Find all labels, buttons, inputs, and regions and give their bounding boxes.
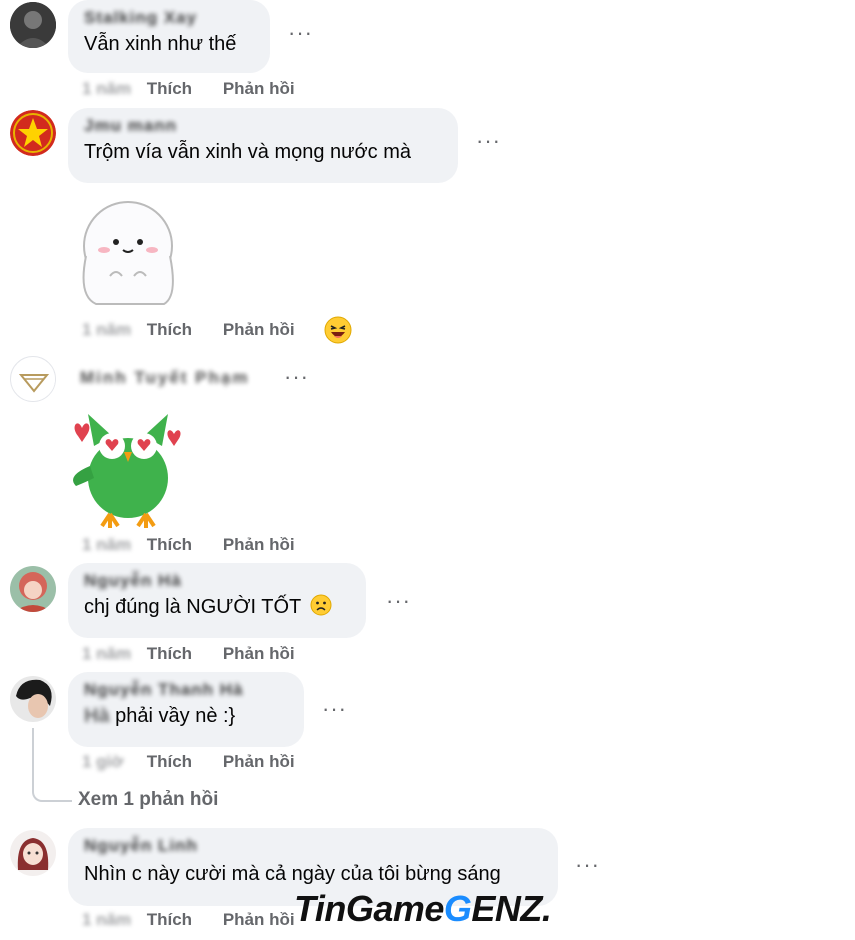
- reply-button[interactable]: Phản hồi: [223, 910, 295, 929]
- commenter-avatar[interactable]: [10, 676, 56, 722]
- more-options-button[interactable]: ···: [476, 128, 501, 154]
- like-button[interactable]: Thích: [147, 535, 192, 554]
- reply-button[interactable]: Phản hồi: [223, 79, 295, 98]
- logo-badge-icon: [12, 358, 55, 401]
- commenter-avatar[interactable]: [10, 110, 56, 156]
- comment-text: Hà phải vầy nè :}: [84, 702, 288, 730]
- comment-text: Vẫn xinh như thế: [84, 33, 237, 55]
- like-button[interactable]: Thích: [147, 752, 192, 771]
- comment-bubble: Stalking Xay Vẫn xinh như thế: [68, 0, 270, 73]
- reply-button[interactable]: Phản hồi: [223, 535, 295, 554]
- comment-actions: 1 giờ Thích Phản hồi: [82, 752, 321, 772]
- laughing-face-icon: [324, 316, 352, 344]
- commenter-name[interactable]: Nguyễn Linh: [84, 836, 542, 854]
- comment-actions: 1 năm Thích Phản hồi: [82, 79, 321, 99]
- star-emblem-icon: [10, 110, 56, 156]
- watermark-dot: .: [541, 888, 552, 929]
- comment-timestamp[interactable]: 1 năm: [82, 910, 142, 930]
- commenter-avatar[interactable]: [10, 2, 56, 48]
- like-button[interactable]: Thích: [147, 320, 192, 339]
- more-options-button[interactable]: ···: [288, 20, 313, 46]
- green-owl-sticker-icon: [73, 414, 181, 528]
- comment-timestamp[interactable]: 1 năm: [82, 320, 142, 340]
- comment-actions: 1 năm Thích Phản hồi: [82, 644, 321, 664]
- sad-face-emoji-icon: [310, 594, 332, 616]
- avatar-photo-icon: [10, 2, 56, 48]
- reply-button[interactable]: Phản hồi: [223, 320, 295, 339]
- comment-bubble: Nguyễn Hà chj đúng là NGƯỜI TỐT: [68, 563, 366, 638]
- commenter-avatar[interactable]: [10, 830, 56, 876]
- watermark-accent: G: [443, 888, 472, 929]
- comment-text: chj đúng là NGƯỜI TỐT: [84, 593, 350, 621]
- sticker-image: [66, 406, 190, 530]
- site-watermark: TinGameGENZ.: [294, 888, 552, 930]
- reply-button[interactable]: Phản hồi: [223, 752, 295, 771]
- commenter-name[interactable]: Nguyễn Hà: [84, 571, 350, 589]
- commenter-name[interactable]: Minh Tuyết Phạm: [80, 368, 249, 388]
- commenter-avatar[interactable]: [10, 356, 56, 402]
- commenter-name[interactable]: Stalking Xay: [84, 8, 254, 26]
- comment-actions: 1 năm Thích Phản hồi: [82, 320, 321, 340]
- comment-timestamp[interactable]: 1 năm: [82, 79, 142, 99]
- comment-text-content: chj đúng là NGƯỜI TỐT: [84, 596, 301, 618]
- watermark-part-1: TinGame: [294, 888, 444, 929]
- anime-girl-avatar-icon: [10, 830, 56, 876]
- comment-text-content: phải vầy nè :}: [115, 705, 236, 727]
- sticker-image: [76, 196, 180, 308]
- mentioned-user-tag[interactable]: Hà: [84, 705, 110, 727]
- comment-actions: 1 năm Thích Phản hồi: [82, 910, 321, 930]
- comment-text: Nhìn c này cười mà cả ngày của tôi bừng …: [84, 863, 501, 885]
- more-options-button[interactable]: ···: [386, 588, 411, 614]
- more-options-button[interactable]: ···: [575, 852, 600, 878]
- more-options-button[interactable]: ···: [284, 364, 309, 390]
- comment-actions: 1 năm Thích Phản hồi: [82, 535, 321, 555]
- watermark-part-3: ENZ: [471, 888, 542, 929]
- anime-character-avatar-icon: [10, 566, 56, 612]
- like-button[interactable]: Thích: [147, 910, 192, 929]
- more-options-button[interactable]: ···: [322, 696, 347, 722]
- user-photo-avatar-icon: [10, 676, 56, 722]
- reply-button[interactable]: Phản hồi: [223, 644, 295, 663]
- comment-bubble: Nguyễn Thanh Hà Hà phải vầy nè :}: [68, 672, 304, 747]
- commenter-name[interactable]: Jmu mann: [84, 116, 442, 134]
- comment-timestamp[interactable]: 1 giờ: [82, 752, 142, 772]
- commenter-avatar[interactable]: [10, 566, 56, 612]
- comment-timestamp[interactable]: 1 năm: [82, 535, 142, 555]
- commenter-name[interactable]: Nguyễn Thanh Hà: [84, 680, 288, 698]
- comment-timestamp[interactable]: 1 năm: [82, 644, 142, 664]
- reply-thread-line: [32, 728, 72, 802]
- comment-bubble: Jmu mann Trộm vía vẫn xinh và mọng nước …: [68, 108, 458, 183]
- comment-text: Trộm vía vẫn xinh và mọng nước mà: [84, 141, 411, 163]
- like-button[interactable]: Thích: [147, 644, 192, 663]
- laughing-emoji-reaction[interactable]: [324, 316, 352, 349]
- view-replies-link[interactable]: Xem 1 phản hồi: [78, 789, 218, 811]
- white-blob-sticker-icon: [82, 201, 174, 305]
- like-button[interactable]: Thích: [147, 79, 192, 98]
